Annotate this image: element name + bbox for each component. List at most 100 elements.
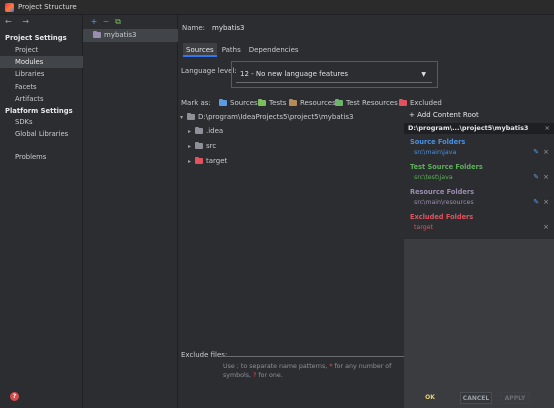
remove-x-icon[interactable]: ×: [543, 198, 549, 206]
add-icon[interactable]: +: [88, 17, 100, 26]
test-resources-folder-icon: [335, 98, 343, 106]
tree-row-idea[interactable]: ▸ .idea: [188, 125, 223, 137]
source-tree: ▾ D:\program\IdeaProjects5\project5\mybat…: [178, 109, 404, 359]
exclude-files-input[interactable]: [221, 347, 404, 357]
nav-item-sdks[interactable]: SDKs: [0, 116, 83, 128]
hint-text-2: to separate name patterns,: [238, 363, 330, 370]
tree-root-label: D:\program\IdeaProjects5\project5\mybati…: [198, 113, 354, 121]
nav-item-artifacts[interactable]: Artifacts: [0, 93, 83, 105]
settings-nav: ← → Project Settings Project Modules Lib…: [0, 15, 83, 408]
tree-label-src: src: [206, 142, 217, 150]
source-folders-title: Source Folders: [410, 138, 466, 146]
hint-text-4: for one.: [256, 372, 283, 379]
module-settings: Name: mybatis3 Sources Paths Dependencies …: [178, 15, 554, 408]
mark-test-resources-button[interactable]: Test Resources: [335, 97, 398, 109]
mark-sources-button[interactable]: Sources: [219, 97, 258, 109]
remove-x-icon[interactable]: ×: [543, 148, 549, 156]
cancel-button[interactable]: CANCEL: [460, 392, 492, 404]
chevron-right-icon[interactable]: ▸: [188, 156, 195, 168]
excluded-folder-actions: ×: [543, 223, 549, 231]
platform-settings-header: Platform Settings: [5, 107, 73, 115]
name-field[interactable]: mybatis3: [212, 24, 244, 32]
help-icon[interactable]: ?: [10, 392, 19, 401]
edit-pencil-icon[interactable]: ✎: [533, 148, 539, 156]
resources-folder-icon: [289, 98, 297, 106]
back-forward-icons[interactable]: ← →: [5, 17, 33, 26]
tree-label-idea: .idea: [206, 127, 224, 135]
mark-tests-button[interactable]: Tests: [258, 97, 286, 109]
nav-item-libraries[interactable]: Libraries: [0, 68, 83, 80]
nav-item-project[interactable]: Project: [0, 44, 83, 56]
source-folder-actions: ✎ ×: [533, 148, 549, 156]
content-roots-panel: + Add Content Root D:\program\...\projec…: [404, 109, 554, 408]
module-folder-icon: [93, 30, 101, 38]
edit-pencil-icon[interactable]: ✎: [533, 173, 539, 181]
module-toolbar: + − ⧉: [88, 17, 124, 27]
excluded-folder-icon: [399, 98, 407, 106]
window-title: Project Structure: [18, 3, 77, 11]
chevron-down-icon[interactable]: ▾: [180, 112, 187, 124]
mark-as-label: Mark as:: [181, 99, 211, 107]
mark-excluded-label: Excluded: [410, 99, 442, 107]
copy-icon[interactable]: ⧉: [112, 17, 124, 27]
title-bar: Project Structure: [0, 0, 554, 15]
module-label: mybatis3: [104, 31, 137, 39]
close-icon[interactable]: ×: [545, 123, 550, 134]
chevron-right-icon[interactable]: ▸: [188, 141, 195, 153]
language-level-highlight: 12 - No new language features ▼: [231, 61, 438, 88]
excluded-folder-icon: [195, 156, 203, 164]
folder-icon: [195, 126, 203, 134]
source-folder-path: src\main\java: [414, 149, 457, 156]
tab-paths[interactable]: Paths: [219, 43, 244, 57]
tree-row-src[interactable]: ▸ src: [188, 140, 216, 152]
edit-pencil-icon[interactable]: ✎: [533, 198, 539, 206]
mark-test-resources-label: Test Resources: [346, 99, 398, 107]
mark-resources-label: Resources: [300, 99, 336, 107]
language-level-dropdown[interactable]: 12 - No new language features ▼: [236, 66, 432, 83]
test-source-folder-actions: ✎ ×: [533, 173, 549, 181]
nav-item-facets[interactable]: Facets: [0, 81, 83, 93]
excluded-folders-title: Excluded Folders: [410, 213, 474, 221]
nav-item-problems[interactable]: Problems: [0, 151, 83, 163]
intellij-app-icon: [5, 3, 14, 12]
content-root-path-label: D:\program\...\project5\mybatis3: [408, 124, 529, 132]
tab-dependencies[interactable]: Dependencies: [246, 43, 302, 57]
resource-folder-path: src\main\resources: [414, 199, 474, 206]
excluded-folder-path: target: [414, 224, 434, 231]
mark-sources-label: Sources: [230, 99, 258, 107]
apply-button[interactable]: APPLY: [500, 392, 530, 404]
hint-text-1: Use: [223, 363, 237, 370]
module-list-pane: + − ⧉ mybatis3: [83, 15, 178, 408]
folder-icon: [187, 112, 195, 120]
test-source-folders-title: Test Source Folders: [410, 163, 483, 171]
mark-excluded-button[interactable]: Excluded: [399, 97, 442, 109]
resource-folder-actions: ✎ ×: [533, 198, 549, 206]
mark-resources-button[interactable]: Resources: [289, 97, 336, 109]
remove-x-icon[interactable]: ×: [543, 173, 549, 181]
nav-item-global-libraries[interactable]: Global Libraries: [0, 128, 83, 140]
remove-x-icon[interactable]: ×: [543, 223, 549, 231]
project-settings-header: Project Settings: [5, 34, 67, 42]
sources-folder-icon: [219, 98, 227, 106]
chevron-right-icon[interactable]: ▸: [188, 126, 195, 138]
dropdown-arrow-icon[interactable]: ▼: [421, 66, 426, 83]
tab-sources[interactable]: Sources: [183, 43, 217, 57]
content-root-path: D:\program\...\project5\mybatis3 ×: [404, 123, 554, 134]
remove-icon[interactable]: −: [100, 17, 112, 26]
module-item-mybatis3[interactable]: mybatis3: [83, 29, 178, 42]
tree-label-target: target: [206, 157, 228, 165]
test-source-folder-path: src\test\java: [414, 174, 453, 181]
nav-item-modules[interactable]: Modules: [0, 56, 83, 68]
tree-row-root[interactable]: ▾ D:\program\IdeaProjects5\project5\mybat…: [180, 111, 353, 123]
language-level-label: Language level:: [181, 67, 237, 75]
content-root-details: + Add Content Root D:\program\...\projec…: [404, 109, 554, 239]
language-level-value: 12 - No new language features: [240, 70, 349, 78]
ok-button[interactable]: OK: [420, 392, 440, 404]
mark-tests-label: Tests: [269, 99, 287, 107]
resource-folders-title: Resource Folders: [410, 188, 475, 196]
exclude-files-hint: Use ; to separate name patterns, * for a…: [223, 362, 403, 380]
tree-row-target[interactable]: ▸ target: [188, 155, 227, 167]
folder-icon: [195, 141, 203, 149]
add-content-root-button[interactable]: + Add Content Root: [409, 111, 479, 119]
tests-folder-icon: [258, 98, 266, 106]
